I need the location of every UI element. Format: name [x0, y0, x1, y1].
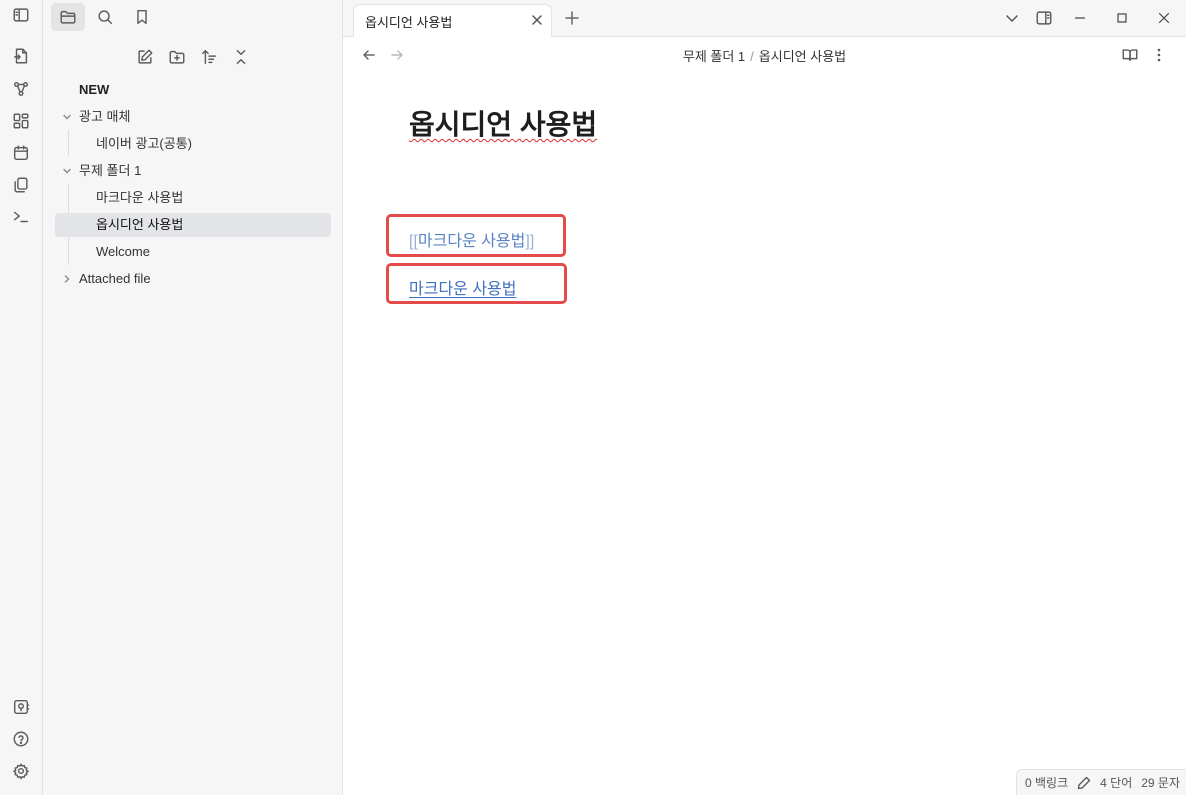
- char-count: 29 문자: [1141, 776, 1180, 790]
- files-tab[interactable]: [51, 3, 85, 31]
- vault-switcher-icon[interactable]: [11, 697, 31, 717]
- help-icon[interactable]: [11, 729, 31, 749]
- close-tab-icon[interactable]: [529, 12, 545, 28]
- search-tab[interactable]: [88, 3, 122, 31]
- raw-wiki-link[interactable]: [[마크다운 사용법]]: [409, 227, 534, 251]
- folder-label: Attached file: [79, 271, 151, 286]
- graph-view-icon[interactable]: [11, 79, 31, 99]
- chevron-down-icon[interactable]: [61, 105, 73, 129]
- note-title[interactable]: 옵시디언 사용법: [409, 103, 597, 143]
- settings-icon[interactable]: [11, 761, 31, 781]
- tree-item-label: 마크다운 사용법: [96, 190, 184, 205]
- tab-title: 옵시디언 사용법: [365, 15, 453, 30]
- tab-list-chevron-icon[interactable]: [1001, 7, 1023, 29]
- tree-item-obsidian-guide[interactable]: 옵시디언 사용법: [55, 213, 331, 237]
- tree-folder-ad-media[interactable]: 광고 매체: [59, 105, 329, 129]
- indent-guide: [68, 130, 69, 156]
- note-editor[interactable]: 옵시디언 사용법 [[마크다운 사용법]] 마크다운 사용법: [343, 73, 1186, 795]
- close-window-icon[interactable]: [1153, 7, 1175, 29]
- tree-folder-attached-file[interactable]: Attached file: [59, 267, 329, 291]
- new-note-icon[interactable]: [134, 46, 156, 68]
- toggle-right-sidebar-icon[interactable]: [1033, 7, 1055, 29]
- pencil-icon[interactable]: [1077, 776, 1091, 790]
- new-folder-icon[interactable]: [166, 46, 188, 68]
- tree-item-new[interactable]: NEW: [79, 78, 109, 102]
- tab-obsidian-guide[interactable]: 옵시디언 사용법: [353, 4, 552, 37]
- maximize-window-icon[interactable]: [1111, 7, 1133, 29]
- tab-bar: 옵시디언 사용법: [343, 0, 1186, 37]
- breadcrumb-folder[interactable]: 무제 폴더 1: [683, 49, 745, 64]
- chevron-down-icon[interactable]: [61, 159, 73, 183]
- breadcrumb: 무제 폴더 1 / 옵시디언 사용법: [343, 46, 1186, 65]
- tree-item-label: NEW: [79, 82, 110, 97]
- folder-label: 무제 폴더 1: [79, 163, 142, 178]
- breadcrumb-file[interactable]: 옵시디언 사용법: [759, 49, 846, 64]
- word-count: 4 단어: [1100, 776, 1133, 790]
- tree-folder-untitled-1[interactable]: 무제 폴더 1: [59, 159, 329, 183]
- daily-note-icon[interactable]: [11, 143, 31, 163]
- view-header: 무제 폴더 1 / 옵시디언 사용법: [343, 37, 1186, 73]
- collapse-all-icon[interactable]: [230, 46, 252, 68]
- left-ribbon: [0, 0, 43, 795]
- canvas-icon[interactable]: [11, 111, 31, 131]
- new-tab-icon[interactable]: [561, 7, 583, 29]
- status-bar: 0 백링크 4 단어 29 문자: [1016, 769, 1186, 795]
- breadcrumb-separator: /: [750, 49, 754, 64]
- backlink-count[interactable]: 0 백링크: [1025, 774, 1068, 791]
- wiki-link-text: 마크다운 사용법: [417, 233, 526, 250]
- file-explorer-sidebar: NEW 광고 매체 네이버 광고(공통) 무제 폴더 1 마크다운 사용법 옵시…: [43, 0, 343, 795]
- more-options-icon[interactable]: [1149, 45, 1169, 65]
- quick-switcher-icon[interactable]: [11, 46, 31, 66]
- templates-icon[interactable]: [11, 175, 31, 195]
- tree-item-welcome[interactable]: Welcome: [96, 240, 150, 264]
- toggle-sidebar-icon[interactable]: [11, 5, 31, 25]
- minimize-window-icon[interactable]: [1069, 7, 1091, 29]
- tree-item-label: 옵시디언 사용법: [96, 217, 184, 232]
- tree-item-markdown-guide[interactable]: 마크다운 사용법: [96, 186, 183, 210]
- tree-item-label: Welcome: [96, 244, 150, 259]
- sort-icon[interactable]: [198, 46, 220, 68]
- internal-link[interactable]: 마크다운 사용법: [409, 275, 517, 299]
- chevron-right-icon[interactable]: [61, 267, 73, 291]
- folder-label: 광고 매체: [79, 109, 131, 124]
- bookmarks-tab[interactable]: [125, 3, 159, 31]
- tree-item-naver-ad[interactable]: 네이버 광고(공통): [96, 132, 192, 156]
- command-palette-icon[interactable]: [11, 207, 31, 227]
- reading-view-icon[interactable]: [1120, 45, 1140, 65]
- tree-item-label: 네이버 광고(공통): [96, 136, 192, 151]
